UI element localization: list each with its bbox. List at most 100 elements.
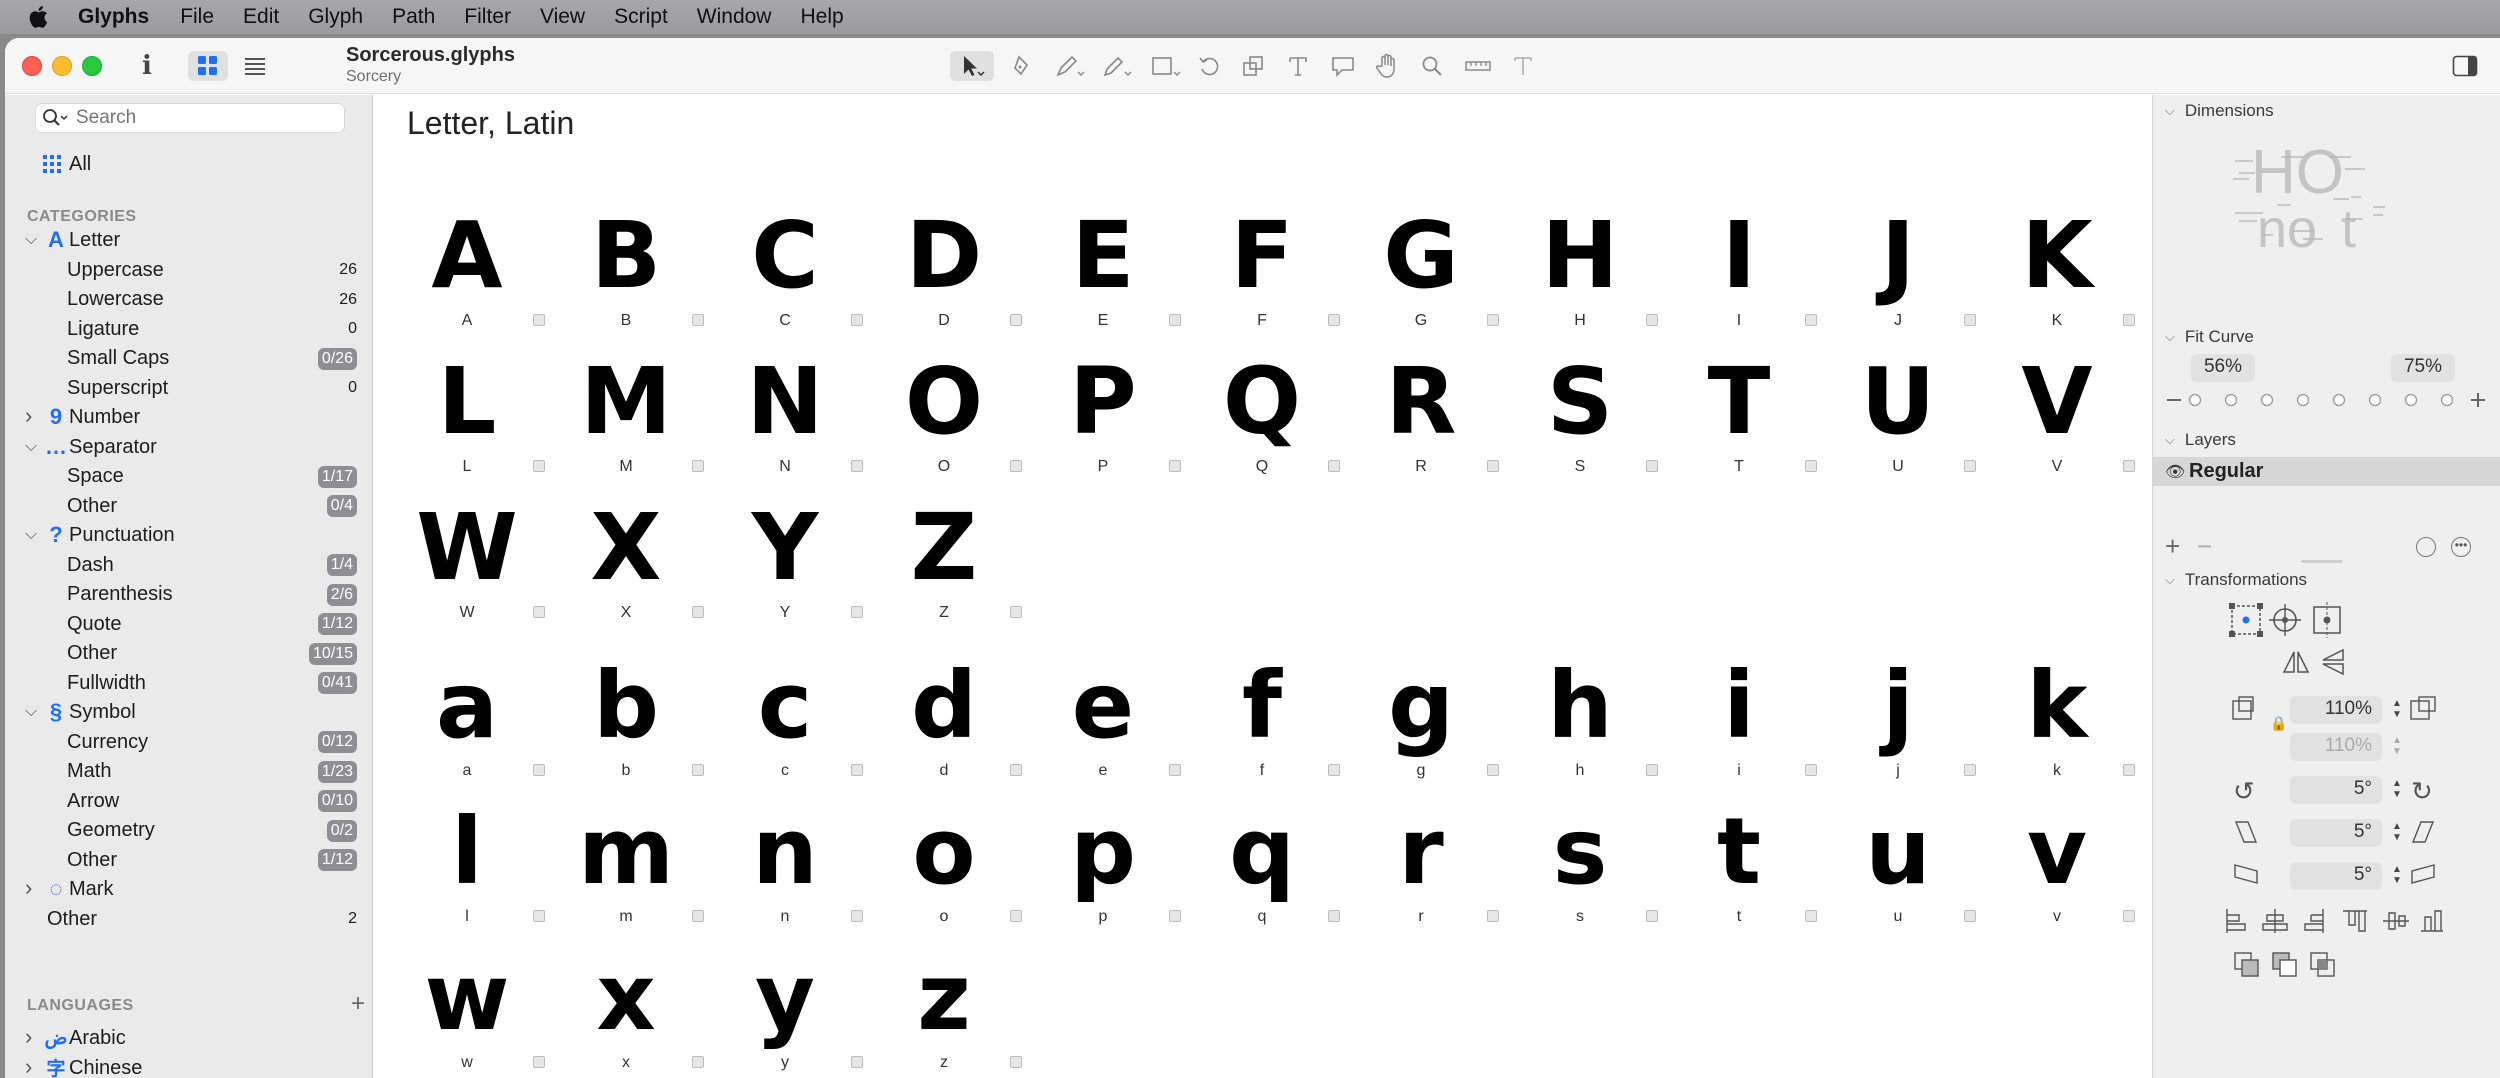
glyph-color-marker[interactable] — [1010, 460, 1022, 472]
glyph-color-marker[interactable] — [1805, 460, 1817, 472]
menu-file[interactable]: File — [180, 5, 214, 29]
text-tool-button[interactable] — [1282, 51, 1314, 81]
chevron-right-icon[interactable]: › — [25, 1024, 32, 1050]
skew-up-icon[interactable] — [2410, 862, 2436, 891]
glyph-cell[interactable]: ee — [1033, 643, 1192, 789]
glyph-cell[interactable]: QQ — [1192, 339, 1351, 485]
layer-row-regular[interactable]: 👁 Regular — [2153, 457, 2500, 486]
skew-down-icon[interactable] — [2233, 862, 2259, 891]
panel-resize-handle[interactable] — [2301, 560, 2343, 563]
sidebar-category-item[interactable]: Lowercase26 — [5, 285, 373, 314]
glyph-color-marker[interactable] — [2123, 764, 2135, 776]
info-icon[interactable]: i — [135, 52, 159, 80]
subtract-icon[interactable] — [2271, 951, 2299, 984]
filter-layers-icon[interactable] — [2416, 537, 2436, 557]
glyph-cell[interactable]: KK — [1987, 193, 2146, 339]
sidebar-category-item[interactable]: Dash1/4 — [5, 551, 373, 580]
chevron-right-icon[interactable]: › — [25, 875, 32, 901]
fit-curve-slider[interactable] — [2153, 385, 2500, 415]
glyph-color-marker[interactable] — [1805, 314, 1817, 326]
sidebar-category-item[interactable]: Other1/12 — [5, 846, 373, 875]
glyph-cell[interactable]: TT — [1669, 339, 1828, 485]
glyph-cell[interactable]: JJ — [1828, 193, 1987, 339]
origin-crosshair-icon[interactable] — [2267, 602, 2303, 643]
sidebar-category-item[interactable]: Small Caps0/26 — [5, 344, 373, 373]
lock-icon[interactable]: 🔒 — [2270, 715, 2287, 732]
union-icon[interactable] — [2233, 951, 2261, 984]
glyph-cell[interactable]: tt — [1669, 789, 1828, 935]
sidebar-category-item[interactable]: ⌵?Punctuation — [5, 521, 373, 550]
sidebar-category-item[interactable]: ⌵…Separator — [5, 433, 373, 462]
glyph-cell[interactable]: vv — [1987, 789, 2146, 935]
glyph-cell[interactable]: ss — [1510, 789, 1669, 935]
sidebar-category-item[interactable]: Arrow0/10 — [5, 787, 373, 816]
glyph-color-marker[interactable] — [692, 606, 704, 618]
sidebar-category-item[interactable]: Currency0/12 — [5, 728, 373, 757]
glyph-cell[interactable]: YY — [715, 485, 874, 631]
slant-field[interactable]: 5° — [2290, 819, 2382, 847]
rotate-stepper[interactable]: ▲▼ — [2390, 778, 2404, 802]
glyph-cell[interactable]: oo — [874, 789, 1033, 935]
sidebar-category-item[interactable]: Math1/23 — [5, 757, 373, 786]
glyph-color-marker[interactable] — [851, 764, 863, 776]
origin-selection-icon[interactable] — [2228, 602, 2264, 643]
glyph-cell[interactable]: HH — [1510, 193, 1669, 339]
glyph-color-marker[interactable] — [1169, 314, 1181, 326]
chevron-down-icon[interactable]: ⌵ — [25, 231, 37, 249]
menu-help[interactable]: Help — [800, 5, 843, 29]
glyph-cell[interactable]: ZZ — [874, 485, 1033, 631]
menu-app-name[interactable]: Glyphs — [78, 5, 149, 29]
glyph-color-marker[interactable] — [851, 1056, 863, 1068]
rectangle-tool-button[interactable] — [1145, 51, 1187, 81]
chevron-down-icon[interactable]: ⌵ — [25, 703, 37, 721]
glyph-cell[interactable]: ll — [397, 789, 556, 935]
glyph-color-marker[interactable] — [692, 314, 704, 326]
glyph-color-marker[interactable] — [1487, 910, 1499, 922]
sidebar-category-item[interactable]: Geometry0/2 — [5, 816, 373, 845]
glyph-cell[interactable]: ii — [1669, 643, 1828, 789]
glyph-color-marker[interactable] — [2123, 910, 2135, 922]
scale-y-field[interactable]: 110% — [2290, 733, 2382, 761]
apple-menu-icon[interactable] — [28, 4, 52, 30]
annotation-tool-button[interactable] — [1327, 51, 1359, 81]
chevron-right-icon[interactable]: › — [25, 1054, 32, 1078]
menu-filter[interactable]: Filter — [464, 5, 511, 29]
glyph-color-marker[interactable] — [1646, 314, 1658, 326]
glyph-cell[interactable]: uu — [1828, 789, 1987, 935]
glyph-cell[interactable]: EE — [1033, 193, 1192, 339]
rotate-cw-icon[interactable]: ↻ — [2411, 776, 2433, 807]
sidebar-category-item[interactable]: Quote1/12 — [5, 610, 373, 639]
glyph-cell[interactable]: rr — [1351, 789, 1510, 935]
glyph-cell[interactable]: gg — [1351, 643, 1510, 789]
glyph-cell[interactable]: CC — [715, 193, 874, 339]
glyph-color-marker[interactable] — [533, 764, 545, 776]
glyph-cell[interactable]: zz — [874, 935, 1033, 1078]
scale-x-stepper[interactable]: ▲▼ — [2390, 698, 2404, 722]
scale-tool-button[interactable] — [1237, 51, 1269, 81]
glyph-cell[interactable]: ww — [397, 935, 556, 1078]
glyph-cell[interactable]: GG — [1351, 193, 1510, 339]
glyph-color-marker[interactable] — [1646, 460, 1658, 472]
glyph-cell[interactable]: jj — [1828, 643, 1987, 789]
sidebar-language-item[interactable]: ›字Chinese — [5, 1054, 373, 1078]
scale-up-icon[interactable] — [2409, 695, 2437, 726]
glyph-color-marker[interactable] — [1964, 910, 1976, 922]
sidebar-category-item[interactable]: Ligature0 — [5, 315, 373, 344]
scale-y-stepper[interactable]: ▲▼ — [2390, 735, 2404, 759]
layer-options-icon[interactable]: ••• — [2451, 537, 2471, 557]
glyph-cell[interactable]: OO — [874, 339, 1033, 485]
glyph-color-marker[interactable] — [533, 460, 545, 472]
glyph-color-marker[interactable] — [692, 1056, 704, 1068]
chevron-right-icon[interactable]: › — [25, 403, 32, 429]
glyph-cell[interactable]: aa — [397, 643, 556, 789]
add-language-button[interactable]: + — [351, 990, 365, 1018]
close-button[interactable] — [22, 56, 42, 76]
dimensions-header[interactable]: ⌵Dimensions — [2165, 101, 2274, 121]
glyph-color-marker[interactable] — [1487, 460, 1499, 472]
glyph-cell[interactable]: mm — [556, 789, 715, 935]
glyph-color-marker[interactable] — [1169, 910, 1181, 922]
glyph-color-marker[interactable] — [692, 910, 704, 922]
slant-stepper[interactable]: ▲▼ — [2390, 821, 2404, 845]
glyph-color-marker[interactable] — [1646, 910, 1658, 922]
select-tool-button[interactable] — [950, 51, 994, 81]
